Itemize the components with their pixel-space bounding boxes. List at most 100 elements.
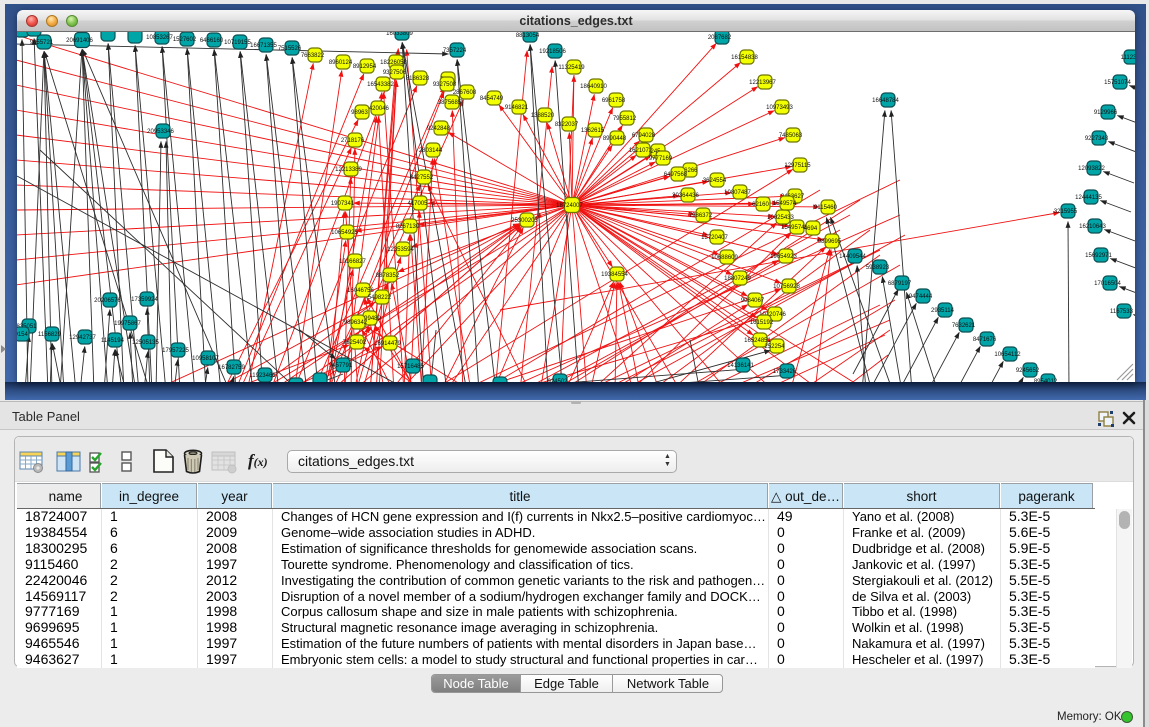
svg-text:1907341: 1907341 — [331, 201, 355, 207]
svg-text:924502: 924502 — [547, 379, 568, 382]
svg-text:17016504: 17016504 — [1094, 281, 1121, 287]
svg-text:1362615: 1362615 — [581, 128, 605, 134]
svg-text:9146821: 9146821 — [505, 105, 529, 111]
svg-text:9899695: 9899695 — [818, 239, 842, 245]
svg-text:417005: 417005 — [407, 201, 428, 207]
svg-text:12353594: 12353594 — [387, 247, 414, 253]
svg-text:20364436: 20364436 — [672, 193, 699, 199]
svg-text:2935114: 2935114 — [931, 308, 955, 314]
svg-text:9129966: 9129966 — [1094, 110, 1118, 116]
svg-text:9245652: 9245652 — [1016, 368, 1040, 374]
svg-text:1167533: 1167533 — [1110, 309, 1134, 315]
svg-text:8960124: 8960124 — [329, 60, 353, 66]
svg-text:7955812: 7955812 — [613, 116, 637, 122]
svg-text:18807249: 18807249 — [724, 276, 751, 282]
svg-text:10719155: 10719155 — [224, 40, 251, 46]
svg-text:10654112: 10654112 — [994, 352, 1021, 358]
svg-text:20206576: 20206576 — [94, 298, 121, 304]
svg-text:25300203: 25300203 — [511, 218, 538, 224]
svg-text:12213967: 12213967 — [749, 80, 776, 86]
svg-text:10688609: 10688609 — [711, 255, 738, 261]
svg-text:16543382: 16543382 — [367, 82, 394, 88]
svg-text:12093822: 12093822 — [1078, 166, 1105, 172]
svg-text:1145194: 1145194 — [101, 338, 125, 344]
svg-text:8878352: 8878352 — [376, 273, 400, 279]
svg-text:62160: 62160 — [752, 202, 769, 208]
svg-text:16671355: 16671355 — [250, 43, 277, 49]
svg-text:19654923: 19654923 — [770, 254, 797, 260]
svg-text:10654925: 10654925 — [331, 230, 358, 236]
svg-text:18640910: 18640910 — [580, 84, 607, 90]
svg-text:15716485: 15716485 — [397, 364, 424, 370]
svg-text:1615192: 1615192 — [750, 320, 774, 326]
svg-text:98963: 98963 — [351, 110, 368, 116]
svg-text:16154838: 16154838 — [731, 55, 758, 61]
svg-text:12975115: 12975115 — [784, 163, 811, 169]
svg-text:9227343: 9227343 — [1085, 136, 1109, 142]
svg-text:9084067: 9084067 — [741, 298, 765, 304]
svg-text:14136141: 14136141 — [727, 363, 754, 369]
svg-text:11923466: 11923466 — [249, 373, 276, 379]
svg-text:12444135: 12444135 — [1075, 195, 1102, 201]
svg-text:7485063: 7485063 — [779, 133, 803, 139]
svg-text:8454749: 8454749 — [480, 96, 504, 102]
svg-text:8186328: 8186328 — [406, 76, 430, 82]
svg-text:10958107: 10958107 — [192, 356, 219, 362]
svg-text:7357224: 7357224 — [443, 48, 467, 54]
svg-text:9457791: 9457791 — [329, 363, 353, 369]
svg-text:12213389: 12213389 — [335, 167, 362, 173]
svg-text:2803144: 2803144 — [419, 148, 443, 154]
svg-text:6879197: 6879197 — [888, 281, 912, 287]
svg-text:8427552: 8427552 — [410, 175, 434, 181]
svg-text:10973493: 10973493 — [766, 105, 793, 111]
svg-text:5938923: 5938923 — [866, 265, 890, 271]
svg-text:19975867: 19975867 — [114, 321, 141, 327]
svg-text:9055721: 9055721 — [30, 40, 54, 46]
svg-text:7632621: 7632621 — [952, 323, 976, 329]
svg-text:16033809: 16033809 — [386, 32, 413, 37]
svg-text:9327506: 9327506 — [383, 70, 407, 76]
svg-text:9474444: 9474444 — [909, 294, 933, 300]
svg-text:8813054: 8813054 — [516, 33, 540, 39]
svg-text:12505135: 12505135 — [132, 340, 159, 346]
svg-text:2867608: 2867608 — [453, 90, 477, 96]
svg-text:15720407: 15720407 — [701, 235, 728, 241]
svg-text:19218506: 19218506 — [539, 49, 566, 55]
svg-text:2087682: 2087682 — [708, 35, 732, 41]
svg-text:16648784: 16648784 — [872, 98, 899, 104]
svg-text:16914479: 16914479 — [374, 341, 401, 347]
svg-text:7663822: 7663822 — [301, 53, 325, 59]
svg-text:6466160: 6466160 — [200, 38, 224, 44]
svg-text:9115460: 9115460 — [814, 205, 838, 211]
svg-text:14409544: 14409544 — [839, 254, 866, 260]
svg-text:1549574: 1549574 — [773, 201, 797, 207]
svg-text:6794028: 6794028 — [632, 133, 656, 139]
svg-text:6961758: 6961758 — [602, 98, 626, 104]
svg-text:7515526: 7515526 — [278, 46, 302, 52]
svg-text:8912954: 8912954 — [353, 64, 377, 70]
svg-text:20691406: 20691406 — [66, 38, 93, 44]
svg-text:4694: 4694 — [804, 226, 818, 232]
svg-text:16046756: 16046756 — [347, 288, 374, 294]
svg-text:8471676: 8471676 — [973, 337, 997, 343]
svg-text:19166827: 19166827 — [339, 259, 366, 265]
svg-text:9777169: 9777169 — [649, 156, 673, 162]
svg-text:11123: 11123 — [1121, 55, 1135, 61]
svg-text:17359924: 17359924 — [131, 297, 158, 303]
svg-text:19384554: 19384554 — [601, 272, 628, 278]
svg-text:20953346: 20953346 — [147, 129, 174, 135]
svg-text:7625402: 7625402 — [343, 340, 367, 346]
svg-text:17957225: 17957225 — [162, 348, 189, 354]
svg-text:16782759: 16782759 — [218, 365, 245, 371]
svg-text:1527602: 1527602 — [173, 37, 197, 43]
svg-text:1733426: 1733426 — [773, 369, 797, 375]
svg-text:8954012: 8954012 — [1034, 379, 1058, 382]
svg-text:1156829: 1156829 — [38, 332, 62, 338]
svg-text:10756928: 10756928 — [773, 284, 800, 290]
svg-text:15692971: 15692971 — [1085, 253, 1112, 259]
svg-text:3624554: 3624554 — [703, 178, 727, 184]
svg-text:39154: 39154 — [17, 332, 29, 338]
svg-text:5498222: 5498222 — [368, 295, 392, 301]
svg-text:10025433: 10025433 — [767, 215, 794, 221]
svg-text:18724007: 18724007 — [556, 203, 583, 209]
